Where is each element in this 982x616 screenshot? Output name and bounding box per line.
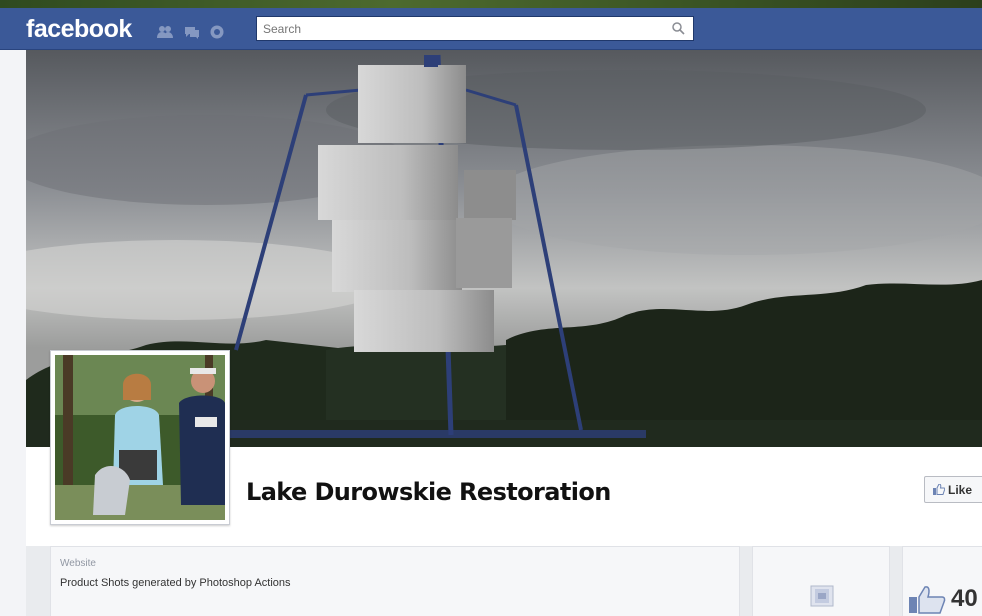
about-text: Product Shots generated by Photoshop Act…	[60, 577, 291, 589]
photos-app-box[interactable]	[752, 546, 890, 616]
likes-thumb-icon	[909, 586, 946, 614]
likes-box[interactable]: 40	[902, 546, 982, 616]
thumbs-up-icon	[933, 484, 945, 495]
search-box[interactable]	[256, 16, 694, 41]
photos-app-icon	[810, 585, 834, 607]
search-icon[interactable]	[671, 21, 685, 35]
browser-strip	[0, 0, 982, 8]
facebook-logo[interactable]: facebook	[26, 15, 132, 44]
about-box[interactable]: Website Product Shots generated by Photo…	[50, 546, 740, 616]
left-gutter	[0, 50, 26, 616]
profile-picture[interactable]	[50, 350, 230, 525]
like-button[interactable]: Like	[924, 476, 982, 503]
notifications-icon[interactable]	[209, 25, 225, 39]
like-button-label: Like	[948, 483, 973, 497]
facebook-header: facebook	[0, 8, 982, 50]
likes-count: 40	[951, 585, 978, 612]
friend-requests-icon[interactable]	[157, 25, 173, 39]
about-label: Website	[60, 558, 96, 569]
page-title: Lake Durowskie Restoration	[246, 478, 611, 506]
messages-icon[interactable]	[184, 25, 200, 39]
search-input[interactable]	[257, 17, 657, 40]
